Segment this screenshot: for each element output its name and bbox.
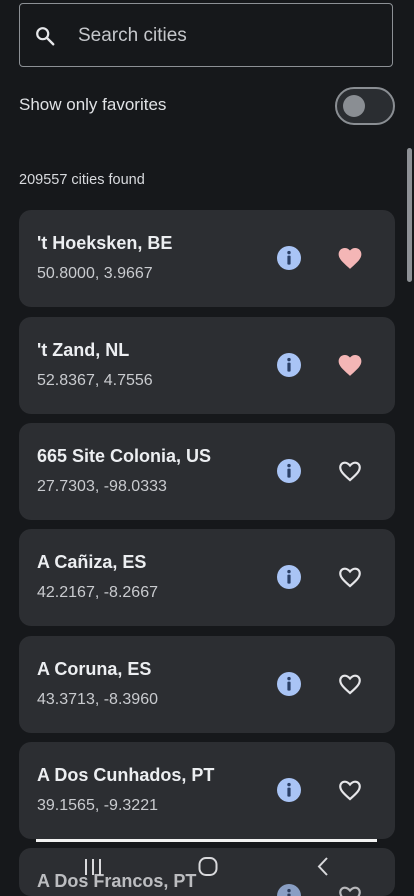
results-count: 209557 cities found <box>19 172 145 188</box>
city-card[interactable]: A Coruna, ES 43.3713, -8.3960 <box>19 636 395 733</box>
heart-icon[interactable] <box>337 246 363 270</box>
city-name: A Dos Cunhados, PT <box>37 765 215 785</box>
heart-outline-icon[interactable] <box>337 565 363 589</box>
info-icon[interactable] <box>277 246 301 270</box>
search-input[interactable] <box>78 22 368 50</box>
city-card[interactable]: 665 Site Colonia, US 27.7303, -98.0333 <box>19 423 395 520</box>
favorites-filter-label: Show only favorites <box>19 95 167 114</box>
info-icon[interactable] <box>277 353 301 377</box>
city-name: A Cañiza, ES <box>37 552 147 572</box>
city-card[interactable]: 't Hoeksken, BE 50.8000, 3.9667 <box>19 210 395 307</box>
city-list-screen: Show only favorites 209557 cities found … <box>0 0 414 896</box>
info-icon[interactable] <box>277 778 301 802</box>
search-icon <box>36 27 55 46</box>
toggle-knob <box>343 95 365 117</box>
search-box[interactable] <box>19 3 393 67</box>
heart-outline-icon[interactable] <box>337 672 363 696</box>
info-icon[interactable] <box>277 459 301 483</box>
back-icon[interactable] <box>308 854 338 880</box>
recents-icon[interactable] <box>78 854 108 880</box>
favorites-toggle[interactable] <box>335 87 395 125</box>
info-icon[interactable] <box>277 565 301 589</box>
city-coordinates: 42.2167, -8.2667 <box>37 584 158 601</box>
city-name: 665 Site Colonia, US <box>37 446 212 466</box>
city-card[interactable]: A Cañiza, ES 42.2167, -8.2667 <box>19 529 395 626</box>
city-card[interactable]: A Dos Cunhados, PT 39.1565, -9.3221 <box>19 742 395 839</box>
city-card[interactable]: 't Zand, NL 52.8367, 4.7556 <box>19 317 395 414</box>
city-name: 't Zand, NL <box>37 340 130 360</box>
city-coordinates: 43.3713, -8.3960 <box>37 691 158 708</box>
heart-outline-icon[interactable] <box>337 459 363 483</box>
heart-icon[interactable] <box>337 353 363 377</box>
city-name: 't Hoeksken, BE <box>37 233 173 253</box>
city-coordinates: 52.8367, 4.7556 <box>37 372 153 389</box>
scrollbar[interactable] <box>407 148 412 282</box>
city-coordinates: 39.1565, -9.3221 <box>37 797 158 814</box>
home-icon[interactable] <box>193 854 223 880</box>
city-coordinates: 50.8000, 3.9667 <box>37 265 153 282</box>
info-icon[interactable] <box>277 672 301 696</box>
system-nav-bar <box>0 842 414 896</box>
city-coordinates: 27.7303, -98.0333 <box>37 478 167 495</box>
heart-outline-icon[interactable] <box>337 778 363 802</box>
city-name: A Coruna, ES <box>37 659 152 679</box>
